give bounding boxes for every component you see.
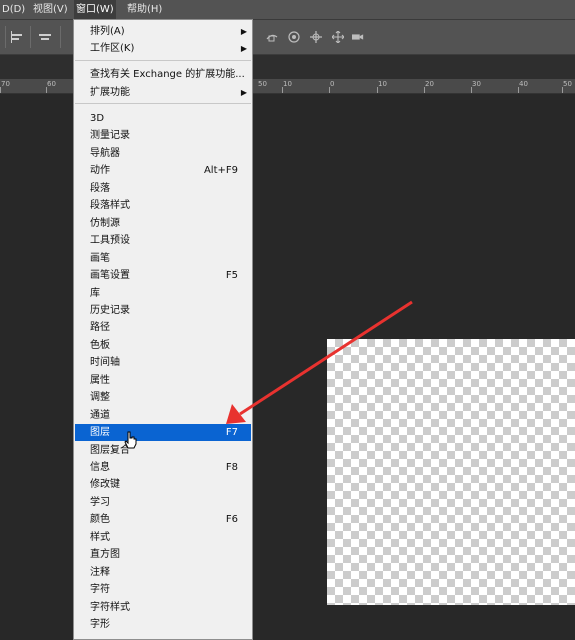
- hand-cursor-icon: [124, 431, 137, 449]
- annotation-arrow: [226, 300, 413, 424]
